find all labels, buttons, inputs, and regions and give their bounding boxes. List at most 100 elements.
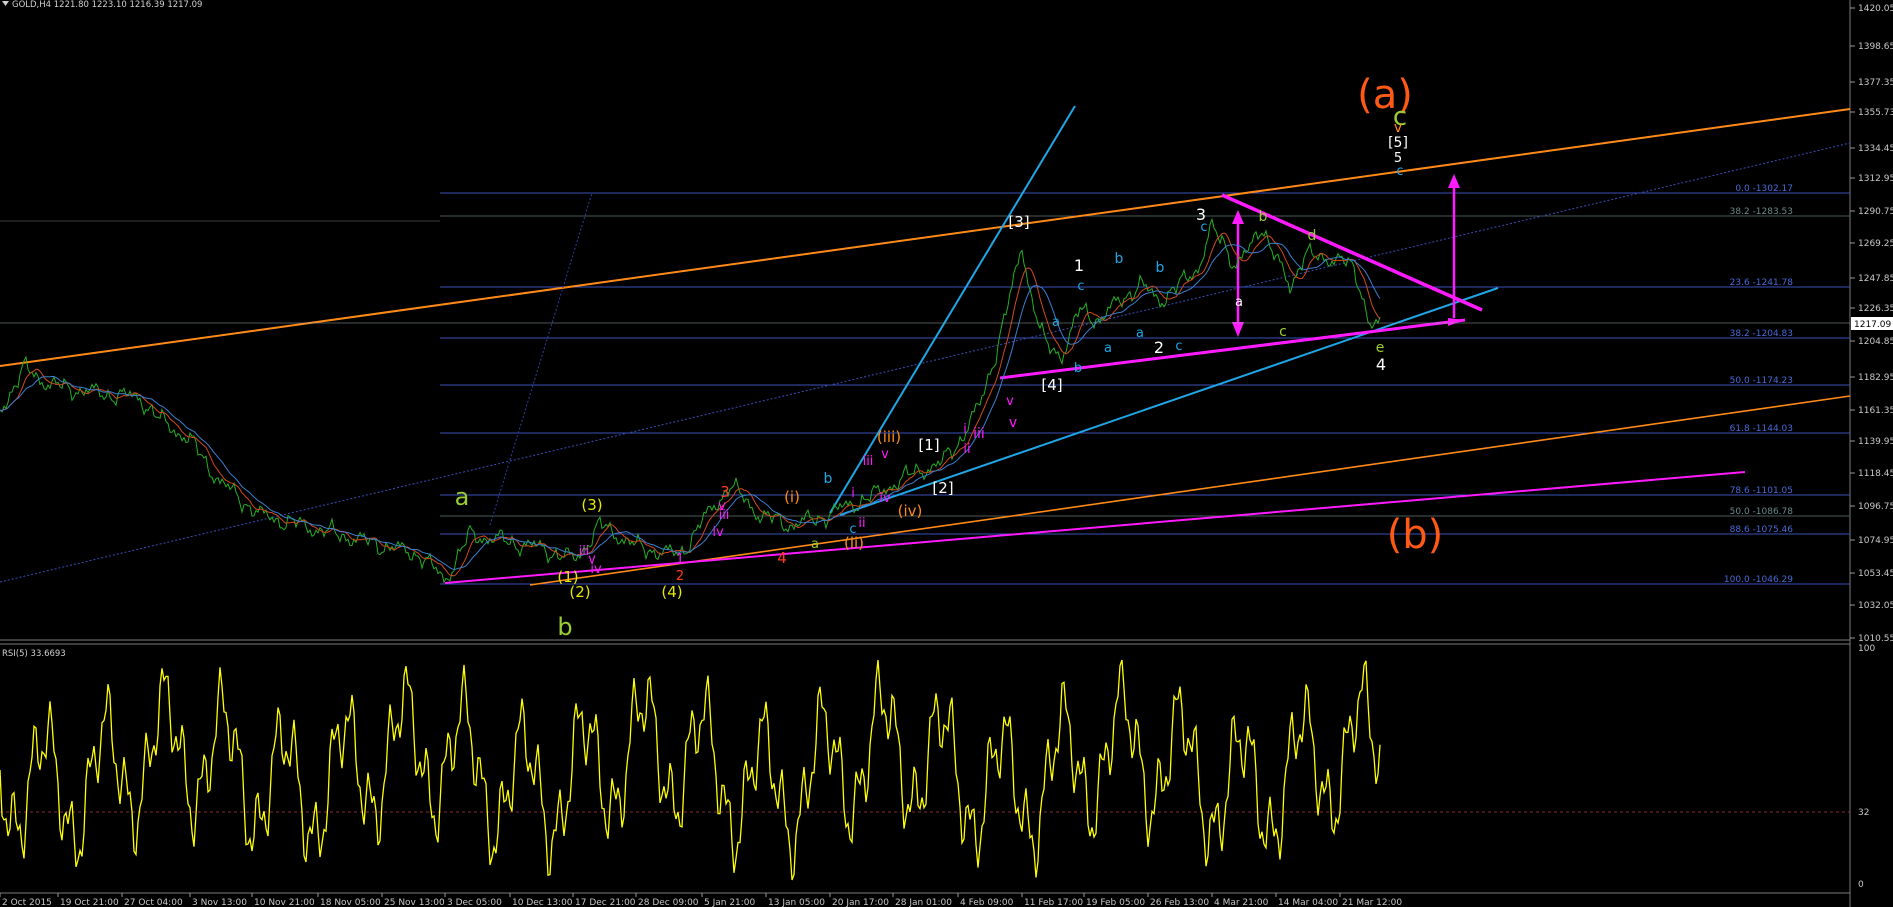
wave-label: b <box>1259 209 1268 225</box>
dropdown-triangle-icon[interactable] <box>2 1 9 6</box>
wave-label: c <box>1077 279 1084 294</box>
wave-label: c <box>1279 324 1287 340</box>
time-tick-label: 19 Oct 21:00 <box>60 898 119 907</box>
wave-label: (b) <box>1387 512 1444 558</box>
wave-label: iii <box>973 426 985 442</box>
time-tick-label: 28 Dec 09:00 <box>638 898 699 907</box>
time-tick-label: 4 Mar 21:00 <box>1214 898 1269 907</box>
time-axis: 2 Oct 2015 19 Oct 21:00 27 Oct 04:00 3 Nov … <box>0 893 1402 907</box>
time-tick-label: 2 Oct 2015 <box>2 898 52 907</box>
wave-label: b <box>1156 260 1165 276</box>
wave-label: a <box>1235 295 1243 310</box>
fib-level-label: 50.0 -1174.23 <box>1730 376 1793 386</box>
current-price-label: 1217.09 <box>1854 320 1891 330</box>
wave-label: [2] <box>932 479 953 497</box>
wave-label: i <box>963 422 967 437</box>
time-tick-label: 14 Mar 04:00 <box>1278 898 1338 907</box>
price-tick-label: 1312.95 <box>1858 174 1893 184</box>
price-tick-label: 1290.75 <box>1858 207 1893 217</box>
cyan-steep-trend <box>829 105 1076 514</box>
wave-label: c <box>1200 220 1207 235</box>
wave-label: ii <box>858 516 865 531</box>
wave-label: c <box>849 522 856 537</box>
wave-label: [5] <box>1388 135 1408 151</box>
wave-label: [3] <box>1008 213 1029 231</box>
wave-label: (iii) <box>877 428 901 446</box>
wave-label: b <box>1074 361 1082 376</box>
time-tick-label: 19 Feb 05:00 <box>1086 898 1145 907</box>
fibonacci-levels: 0.0 -1302.17 38.2 -1283.53 23.6 -1241.78 38… <box>0 184 1850 585</box>
wave-label: b <box>1115 251 1124 267</box>
time-tick-label: 28 Jan 01:00 <box>895 898 952 907</box>
wave-label: [1] <box>918 436 939 454</box>
wave-labels: (a)cv[5]5c(b)ab(3)(1)(2) (4)iiiivv 1234iii… <box>455 72 1444 641</box>
wave-label: [4] <box>1041 376 1062 394</box>
wave-label: a <box>1136 326 1144 341</box>
fib-level-label: 61.8 -1144.03 <box>1730 424 1793 434</box>
time-tick-label: 27 Oct 04:00 <box>124 898 183 907</box>
price-tick-label: 1074.95 <box>1858 536 1893 546</box>
fib-level-label: 88.6 -1075.46 <box>1730 525 1794 535</box>
price-tick-label: 1053.45 <box>1858 569 1893 579</box>
wave-label: 1 <box>676 552 684 567</box>
wave-label: v <box>1006 394 1014 409</box>
price-tick-label: 1161.35 <box>1858 406 1893 416</box>
price-tick-label: 1204.85 <box>1858 337 1893 347</box>
price-tick-label: 1032.05 <box>1858 601 1893 611</box>
arrow-head-up-top-icon <box>1232 210 1244 224</box>
wave-label: b <box>824 471 833 487</box>
rsi-tick-label: 100 <box>1858 644 1875 654</box>
wave-label: 2 <box>1154 338 1164 357</box>
time-tick-label: 3 Dec 05:00 <box>447 898 502 907</box>
wave-label: i <box>851 486 855 501</box>
rsi-tick-label: 0 <box>1858 880 1864 890</box>
arrow-head-down-icon <box>1232 322 1244 337</box>
time-tick-label: 3 Nov 13:00 <box>192 898 247 907</box>
wave-label: b <box>557 613 572 641</box>
wave-label: v <box>588 552 596 567</box>
wave-label: 2 <box>676 569 684 584</box>
wave-label: iv <box>712 525 724 540</box>
arrow-head-up-icon <box>1448 174 1460 188</box>
price-tick-label: 1247.85 <box>1858 274 1893 284</box>
wave-label: d <box>1308 228 1317 244</box>
wave-label: 4 <box>777 549 787 567</box>
time-tick-label: 18 Nov 05:00 <box>320 898 381 907</box>
price-tick-label: 1269.25 <box>1858 239 1893 249</box>
orange-channel-upper <box>0 108 1851 367</box>
wave-label: ii <box>963 442 970 457</box>
magenta-base-line <box>444 471 1746 584</box>
gold-h4-chart: 0.0 -1302.17 38.2 -1283.53 23.6 -1241.78 38… <box>0 0 1893 907</box>
time-tick-label: 10 Dec 13:00 <box>512 898 573 907</box>
time-tick-label: 13 Jan 05:00 <box>768 898 825 907</box>
time-tick-label: 20 Jan 17:00 <box>832 898 889 907</box>
wave-label: iii <box>863 454 874 469</box>
wave-label: c <box>1175 339 1182 354</box>
rsi-axis: 100 32 0 <box>1858 644 1875 890</box>
time-tick-label: 26 Feb 13:00 <box>1150 898 1209 907</box>
price-tick-label: 1182.95 <box>1858 373 1893 383</box>
price-tick-label: 1226.35 <box>1858 304 1893 314</box>
wave-label: v <box>1009 415 1017 431</box>
wave-label: (iv) <box>898 502 923 520</box>
symbol-header: GOLD,H4 1221.80 1223.10 1216.39 1217.09 <box>12 0 202 10</box>
triangle-lower <box>999 318 1466 380</box>
wave-label: v <box>1394 120 1402 136</box>
wave-label: c <box>1396 164 1403 179</box>
price-tick-label: 1118.45 <box>1858 469 1893 479</box>
wave-label: 4 <box>1376 355 1386 374</box>
wave-label: a <box>455 483 470 511</box>
wave-label: (i) <box>784 488 800 506</box>
price-tick-label: 1096.75 <box>1858 502 1893 512</box>
wave-label: v <box>718 499 726 514</box>
rsi-series <box>0 659 1381 881</box>
wave-label: a <box>811 537 819 552</box>
time-tick-label: 4 Feb 09:00 <box>960 898 1014 907</box>
price-tick-label: 1398.65 <box>1858 42 1893 52</box>
price-tick-label: 1334.45 <box>1858 144 1893 154</box>
rsi-header: RSI(5) 33.6693 <box>2 649 66 659</box>
fib-level-label: 78.6 -1101.05 <box>1730 486 1793 496</box>
price-tick-label: 1420.05 <box>1858 4 1893 14</box>
time-tick-label: 11 Feb 17:00 <box>1024 898 1083 907</box>
wave-label: v <box>881 447 889 462</box>
